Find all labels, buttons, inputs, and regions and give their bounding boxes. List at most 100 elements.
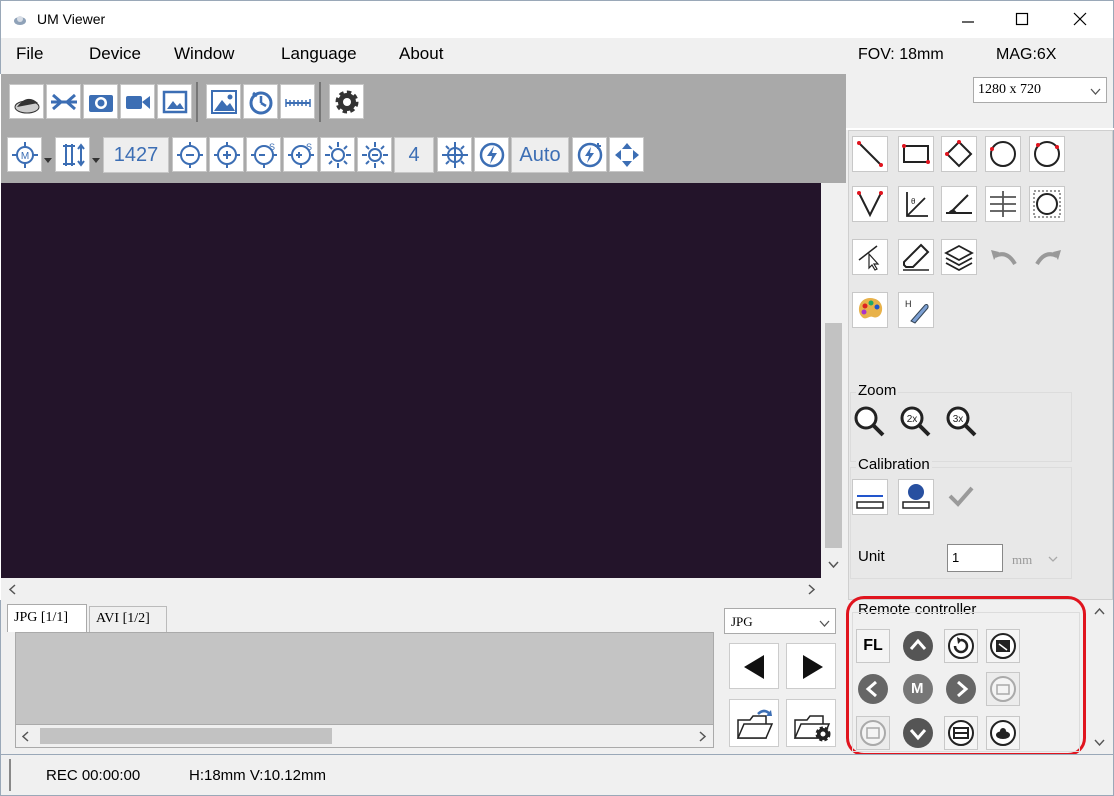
redo-button[interactable] bbox=[1033, 244, 1063, 274]
scroll-right-icon[interactable] bbox=[699, 731, 707, 742]
color-button[interactable] bbox=[852, 292, 888, 328]
three-point-circle-button[interactable] bbox=[1029, 136, 1065, 172]
scroll-down-icon[interactable] bbox=[828, 561, 839, 569]
remote-right-button[interactable] bbox=[944, 672, 978, 710]
layers-button[interactable] bbox=[941, 239, 977, 275]
mode-button[interactable]: M bbox=[7, 137, 42, 172]
format-select[interactable]: JPG bbox=[724, 608, 836, 634]
microscope-button[interactable] bbox=[9, 84, 44, 119]
move-arrows-icon bbox=[614, 142, 639, 167]
brightness-up-button[interactable] bbox=[357, 137, 392, 172]
thumbnail-scroll-thumb[interactable] bbox=[40, 728, 332, 744]
maximize-button[interactable] bbox=[999, 1, 1045, 37]
menu-about[interactable]: About bbox=[399, 44, 443, 64]
unit-input[interactable]: 1 bbox=[947, 544, 1003, 572]
remote-split-button[interactable] bbox=[944, 716, 978, 750]
light-button[interactable] bbox=[437, 137, 472, 172]
focus-dropdown-arrow[interactable] bbox=[92, 151, 100, 168]
tab-avi[interactable]: AVI [1/2] bbox=[89, 606, 167, 632]
rectangle-tool-button[interactable] bbox=[898, 136, 934, 172]
focus-minus-button[interactable] bbox=[172, 137, 207, 172]
scroll-left-icon[interactable] bbox=[22, 731, 30, 742]
freeze-button[interactable] bbox=[46, 84, 81, 119]
horizontal-scrollbar[interactable] bbox=[1, 578, 846, 600]
remote-snapshot-button[interactable] bbox=[986, 672, 1020, 706]
open-folder-button[interactable] bbox=[729, 699, 779, 747]
zoom-3x-button[interactable]: 3x bbox=[944, 404, 978, 442]
timer-button[interactable] bbox=[243, 84, 278, 119]
remote-rotate-button[interactable] bbox=[944, 629, 978, 663]
calibrate-circle-button[interactable] bbox=[898, 479, 934, 515]
gallery-button[interactable] bbox=[206, 84, 241, 119]
focus-mode-button[interactable] bbox=[55, 137, 90, 172]
scroll-up-icon[interactable] bbox=[1094, 608, 1105, 615]
focus-plus-icon bbox=[213, 141, 240, 168]
remote-left-button[interactable] bbox=[856, 672, 890, 710]
vertical-scrollbar[interactable] bbox=[821, 183, 846, 578]
remote-down-button[interactable] bbox=[901, 716, 935, 754]
measure-settings-button[interactable]: H bbox=[898, 292, 934, 328]
select-tool-button[interactable] bbox=[852, 239, 888, 275]
focus-plus-button[interactable] bbox=[209, 137, 244, 172]
folder-settings-button[interactable] bbox=[786, 699, 836, 747]
remote-fl-button[interactable]: FL bbox=[856, 629, 890, 663]
remote-window-button[interactable] bbox=[856, 716, 890, 750]
angle-tool-button[interactable] bbox=[852, 186, 888, 222]
tab-jpg[interactable]: JPG [1/1] bbox=[7, 604, 87, 632]
fine-focus-plus-button[interactable]: S bbox=[283, 137, 318, 172]
zoom-fit-button[interactable] bbox=[852, 404, 886, 442]
main-toolbar bbox=[1, 74, 846, 129]
angle-line-button[interactable] bbox=[941, 186, 977, 222]
parallel-lines-button[interactable] bbox=[985, 186, 1021, 222]
ruler-button[interactable] bbox=[280, 84, 315, 119]
menu-language[interactable]: Language bbox=[281, 44, 357, 64]
close-button[interactable] bbox=[1057, 1, 1103, 37]
circle-select-button[interactable] bbox=[1029, 186, 1065, 222]
resolution-value: 1280 x 720 bbox=[978, 82, 1041, 97]
menu-device[interactable]: Device bbox=[89, 44, 141, 64]
circle-tool-button[interactable] bbox=[985, 136, 1021, 172]
mag-readout: MAG:6X bbox=[996, 46, 1057, 63]
polygon-tool-button[interactable] bbox=[941, 136, 977, 172]
remote-m-button[interactable]: M bbox=[901, 672, 935, 710]
scroll-right-icon[interactable] bbox=[808, 584, 816, 595]
next-image-button[interactable] bbox=[786, 643, 836, 689]
resolution-select[interactable]: 1280 x 720 bbox=[973, 77, 1107, 103]
line-tool-button[interactable] bbox=[852, 136, 888, 172]
thumbnail-scrollbar[interactable] bbox=[15, 724, 714, 748]
remote-up-button[interactable] bbox=[901, 629, 935, 667]
minimize-button[interactable] bbox=[945, 1, 991, 37]
remote-scope-button[interactable] bbox=[986, 716, 1020, 750]
eraser-button[interactable] bbox=[898, 239, 934, 275]
scroll-left-icon[interactable] bbox=[9, 584, 17, 595]
angle-theta-button[interactable]: θ bbox=[898, 186, 934, 222]
settings-button[interactable] bbox=[329, 84, 364, 119]
brightness-down-button[interactable] bbox=[320, 137, 355, 172]
live-view[interactable] bbox=[1, 183, 821, 578]
scope-circle-icon bbox=[990, 720, 1016, 746]
undo-button[interactable] bbox=[989, 244, 1019, 274]
image-adjust-button[interactable] bbox=[157, 84, 192, 119]
fine-focus-minus-button[interactable]: S bbox=[246, 137, 281, 172]
zoom-2x-button[interactable]: 2x bbox=[898, 404, 932, 442]
record-video-button[interactable] bbox=[120, 84, 155, 119]
menu-file[interactable]: File bbox=[16, 44, 43, 64]
calibrate-confirm-button[interactable] bbox=[944, 479, 978, 517]
angle-slope-icon bbox=[946, 194, 972, 214]
title-bar: UM Viewer bbox=[0, 0, 1114, 38]
menu-window[interactable]: Window bbox=[174, 44, 234, 64]
exposure-button[interactable] bbox=[474, 137, 509, 172]
pan-button[interactable] bbox=[609, 137, 644, 172]
snapshot-button[interactable] bbox=[83, 84, 118, 119]
calibrate-line-button[interactable] bbox=[852, 479, 888, 515]
prev-image-button[interactable] bbox=[729, 643, 779, 689]
vertical-scroll-thumb[interactable] bbox=[825, 323, 842, 548]
remote-image-button[interactable] bbox=[986, 629, 1020, 663]
remote-scrollbar[interactable] bbox=[1089, 602, 1111, 752]
folder-refresh-icon bbox=[736, 709, 774, 739]
exposure-plus-button[interactable] bbox=[572, 137, 607, 172]
angle-v-icon bbox=[857, 191, 883, 218]
unit-select[interactable]: mm bbox=[1006, 546, 1062, 572]
mode-dropdown-arrow[interactable] bbox=[44, 151, 52, 168]
scroll-down-icon[interactable] bbox=[1094, 739, 1105, 746]
